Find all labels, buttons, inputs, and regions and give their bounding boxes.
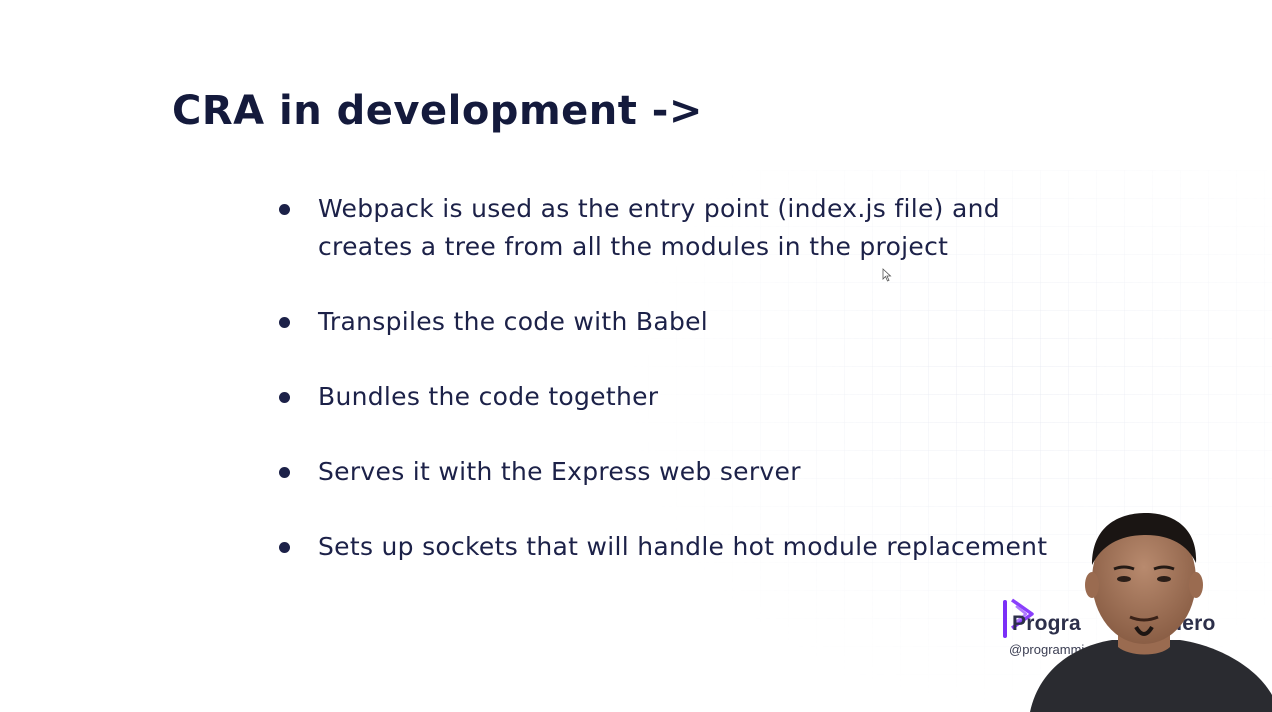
bullet-item: Serves it with the Express web server — [276, 453, 1047, 491]
bullet-text-line: Bundles the code together — [318, 382, 659, 411]
bullet-dot-icon — [279, 542, 290, 553]
bullet-list: Webpack is used as the entry point (inde… — [276, 190, 1047, 566]
bullet-dot-icon — [279, 392, 290, 403]
presenter-webcam — [1000, 505, 1272, 712]
mouse-cursor-icon — [882, 268, 892, 282]
bullet-text-line: creates a tree from all the modules in t… — [318, 232, 949, 261]
slide-title: CRA in development -> — [172, 88, 703, 134]
bullet-text-line: Transpiles the code with Babel — [318, 307, 709, 336]
bullet-item: Sets up sockets that will handle hot mod… — [276, 528, 1047, 566]
bullet-dot-icon — [279, 317, 290, 328]
bullet-text-line: Sets up sockets that will handle hot mod… — [318, 532, 1048, 561]
bullet-text-line: Webpack is used as the entry point (inde… — [318, 194, 1000, 223]
presenter-video-image — [1030, 513, 1272, 712]
bullet-item: Transpiles the code with Babel — [276, 303, 1047, 341]
bullet-text-line: Serves it with the Express web server — [318, 457, 801, 486]
presentation-slide: CRA in development -> Webpack is used as… — [0, 0, 1272, 712]
bullet-item: Bundles the code together — [276, 378, 1047, 416]
bullet-item: Webpack is used as the entry point (inde… — [276, 190, 1047, 266]
bullet-dot-icon — [279, 204, 290, 215]
bullet-dot-icon — [279, 467, 290, 478]
